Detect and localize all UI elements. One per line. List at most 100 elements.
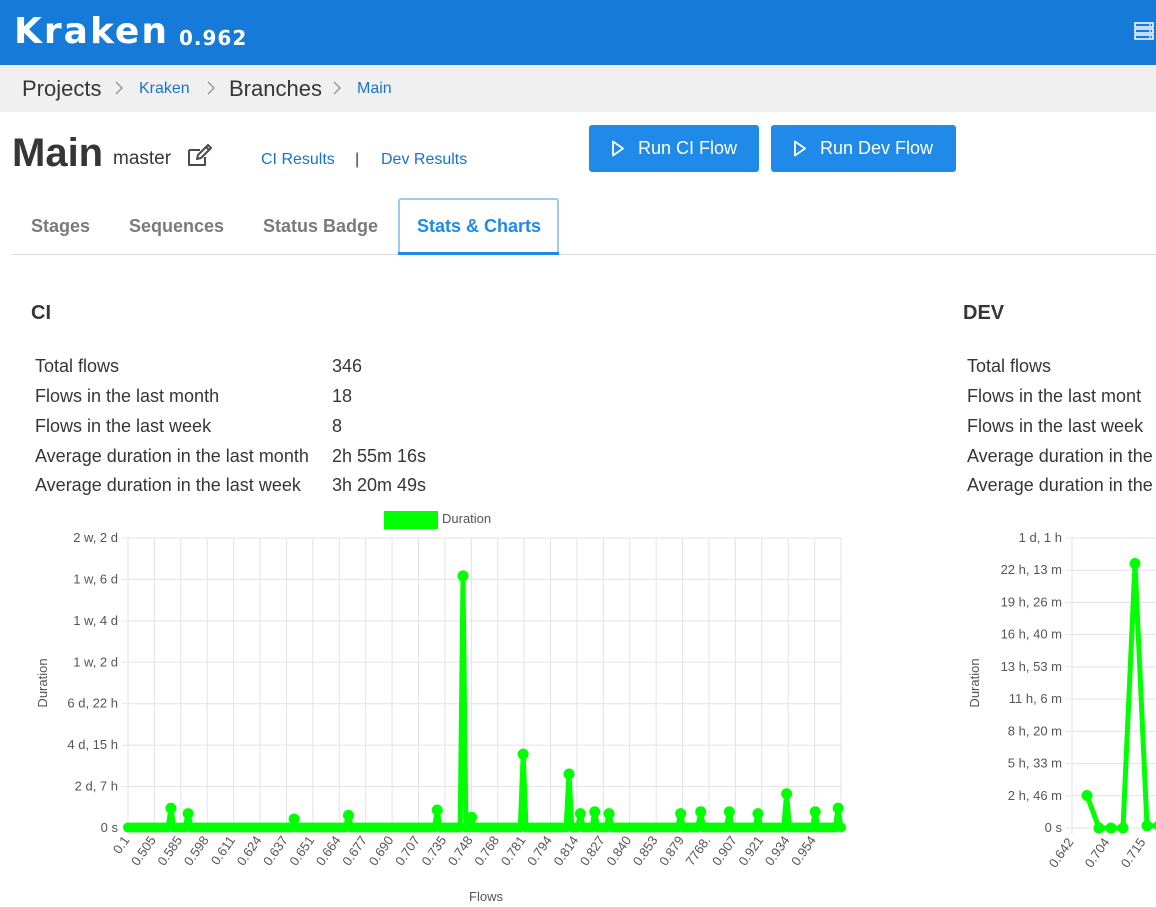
edit-icon[interactable] — [186, 144, 214, 168]
ci-stat-value: 346 — [332, 356, 363, 376]
dev-stat-label: Total flows — [967, 356, 1052, 376]
breadcrumb-projects[interactable]: Projects — [22, 65, 101, 112]
data-point[interactable] — [517, 748, 529, 760]
data-point[interactable] — [1093, 822, 1105, 834]
ci-stat-label: Flows in the last month — [35, 386, 220, 406]
y-axis-title: Duration — [35, 658, 50, 707]
y-tick-label: 8 h, 20 m — [1008, 723, 1062, 738]
git-branch-name: master — [113, 148, 172, 169]
x-tick-label: 0.1 — [110, 833, 133, 856]
data-point[interactable] — [457, 570, 469, 582]
ci-stat-value: 3h 20m 49s — [332, 475, 427, 495]
y-tick-label: 1 w, 6 d — [73, 571, 118, 586]
dev-section-title: DEV — [963, 302, 1005, 324]
data-point[interactable] — [781, 788, 793, 800]
x-tick-label: 0.827 — [577, 833, 608, 868]
data-point[interactable] — [1105, 822, 1117, 834]
tab-stats-charts[interactable]: Stats & Charts — [417, 206, 541, 246]
ci-stat-value: 2h 55m 16s — [332, 446, 427, 466]
ci-stat-label: Average duration in the last month — [35, 446, 309, 466]
y-tick-label: 5 h, 33 m — [1008, 756, 1062, 771]
x-tick-label: 0.637 — [260, 833, 291, 868]
breadcrumb-main[interactable]: Main — [357, 65, 392, 112]
x-tick-label: 0.704 — [1082, 835, 1113, 870]
active-tab-underline — [398, 252, 559, 255]
ci-stat-label: Average duration in the last week — [35, 475, 301, 495]
data-point[interactable] — [675, 808, 687, 820]
x-tick-label: 0.505 — [128, 833, 159, 868]
breadcrumb: Projects Kraken Branches Main — [0, 65, 1156, 112]
y-tick-label: 11 h, 6 m — [1009, 691, 1062, 706]
x-tick-label: 0.781 — [498, 833, 529, 868]
data-point[interactable] — [431, 804, 443, 816]
x-tick-label: 0.768 — [471, 833, 502, 868]
data-point[interactable] — [809, 806, 821, 818]
data-point[interactable] — [836, 822, 846, 833]
page-title: Main — [12, 131, 104, 175]
data-point[interactable] — [1081, 790, 1093, 802]
data-point[interactable] — [723, 806, 735, 818]
chevron-right-icon — [115, 81, 124, 95]
ci-section-title: CI — [31, 302, 51, 324]
y-tick-label: 0 s — [1045, 820, 1063, 835]
tab-stages[interactable]: Stages — [31, 206, 90, 246]
data-point[interactable] — [563, 768, 575, 780]
x-tick-label: 0.715 — [1118, 835, 1149, 870]
data-point[interactable] — [342, 809, 354, 821]
chevron-right-icon — [333, 81, 342, 95]
x-tick-label: 0.853 — [630, 833, 661, 868]
tab-sequences[interactable]: Sequences — [129, 206, 224, 246]
x-tick-label: 0.585 — [154, 833, 185, 868]
data-point[interactable] — [832, 802, 844, 814]
ci-stat-value: 8 — [332, 416, 343, 436]
play-icon — [612, 140, 624, 157]
data-point[interactable] — [603, 808, 615, 820]
x-tick-label: 0.611 — [208, 833, 238, 867]
ci-results-link[interactable]: CI Results — [261, 150, 335, 170]
run-ci-flow-label: Run CI Flow — [638, 138, 738, 158]
x-tick-label: 0.814 — [550, 833, 581, 868]
app-version: 0.962 — [179, 26, 248, 50]
data-point[interactable] — [1129, 558, 1141, 570]
data-point[interactable] — [165, 802, 177, 814]
x-tick-label: 0.677 — [339, 833, 370, 868]
run-dev-flow-button[interactable]: Run Dev Flow — [771, 125, 956, 172]
x-tick-label: 0.907 — [709, 833, 740, 868]
x-tick-label: 0.624 — [234, 833, 265, 868]
dev-duration-chart: Duration 0 s 2 h, 46 m 5 h, 33 m 8 h, 20 m 1… — [967, 530, 1156, 870]
data-point[interactable] — [182, 808, 194, 820]
breadcrumb-branches[interactable]: Branches — [229, 65, 322, 112]
data-point[interactable] — [466, 811, 478, 823]
data-point[interactable] — [695, 806, 707, 818]
data-point[interactable] — [1141, 820, 1153, 832]
ci-stat-label: Total flows — [35, 356, 120, 376]
x-axis-title: Flows — [469, 889, 503, 904]
tab-status-badge[interactable]: Status Badge — [263, 206, 378, 246]
x-tick-label: 0.707 — [392, 833, 423, 868]
tabs-divider — [12, 254, 1156, 255]
x-tick-label: 0.879 — [656, 833, 687, 868]
data-point[interactable] — [589, 806, 601, 818]
dev-stat-label: Average duration in the — [967, 446, 1153, 466]
y-tick-label: 0 s — [101, 820, 119, 835]
legend-label[interactable]: Duration — [442, 511, 491, 526]
x-tick-label: 0.934 — [762, 833, 793, 868]
data-point[interactable] — [752, 808, 764, 820]
y-tick-label: 19 h, 26 m — [1001, 594, 1062, 609]
y-tick-label: 1 d, 1 h — [1019, 530, 1062, 545]
data-point[interactable] — [1117, 822, 1129, 834]
y-tick-label: 16 h, 40 m — [1001, 627, 1062, 642]
run-ci-flow-button[interactable]: Run CI Flow — [589, 125, 759, 172]
data-point[interactable] — [574, 808, 586, 820]
x-tick-label: 0.921 — [735, 833, 766, 868]
app-logo[interactable]: Kraken — [14, 10, 169, 54]
x-tick-label: 0.794 — [524, 833, 555, 868]
ci-stat-value: 18 — [332, 386, 353, 406]
dev-results-link[interactable]: Dev Results — [381, 150, 467, 170]
legend-swatch[interactable] — [384, 511, 438, 529]
play-icon — [794, 140, 806, 157]
top-navbar: Kraken 0.962 — [0, 0, 1156, 65]
server-menu-icon[interactable] — [1134, 22, 1154, 40]
y-tick-label: 1 w, 4 d — [73, 613, 118, 628]
breadcrumb-kraken[interactable]: Kraken — [139, 65, 190, 112]
